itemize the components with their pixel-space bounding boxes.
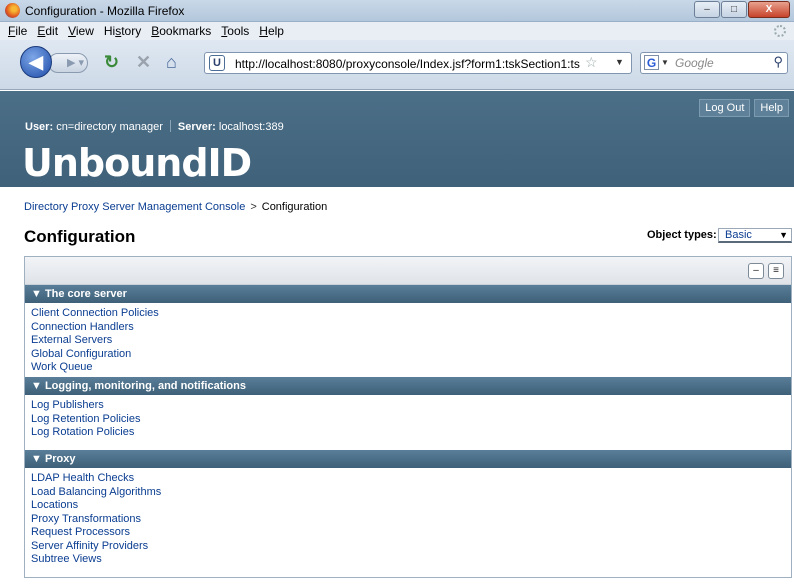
link-log-publishers[interactable]: Log Publishers xyxy=(31,399,791,413)
maximize-button[interactable]: □ xyxy=(721,1,747,18)
collapse-all-button[interactable]: – xyxy=(748,263,764,279)
menu-file[interactable]: File xyxy=(3,22,32,40)
window-title: Configuration - Mozilla Firefox xyxy=(25,4,185,18)
close-button[interactable]: X xyxy=(748,1,790,18)
section-header-proxy[interactable]: ▼ Proxy xyxy=(25,450,791,468)
link-ldap-health-checks[interactable]: LDAP Health Checks xyxy=(31,472,791,486)
navigation-toolbar: ▶ ▾ ◀ ↻ ✕ ⌂ U http://localhost:8080/prox… xyxy=(0,40,794,90)
page-title: Configuration xyxy=(24,227,136,246)
section-body-proxy: LDAP Health Checks Load Balancing Algori… xyxy=(25,468,791,576)
app-header: Log Out Help User: cn=directory manager S… xyxy=(0,91,794,187)
menu-bookmarks[interactable]: Bookmarks xyxy=(146,22,216,40)
section-header-logging[interactable]: ▼ Logging, monitoring, and notifications xyxy=(25,377,791,395)
link-locations[interactable]: Locations xyxy=(31,499,791,513)
site-favicon-icon: U xyxy=(209,55,225,71)
server-label: Server: xyxy=(177,121,216,133)
stop-icon[interactable]: ✕ xyxy=(136,52,151,73)
user-label: User: xyxy=(25,121,54,133)
link-client-connection-policies[interactable]: Client Connection Policies xyxy=(31,307,791,321)
link-log-retention-policies[interactable]: Log Retention Policies xyxy=(31,413,791,427)
server-value: localhost:389 xyxy=(218,121,284,133)
window-titlebar: Configuration - Mozilla Firefox – □ X xyxy=(0,0,794,22)
link-global-configuration[interactable]: Global Configuration xyxy=(31,348,791,362)
reload-icon[interactable]: ↻ xyxy=(104,52,119,73)
url-text[interactable]: http://localhost:8080/proxyconsole/Index… xyxy=(235,57,580,71)
expand-all-button[interactable]: ≡ xyxy=(768,263,784,279)
url-dropdown-icon[interactable]: ▼ xyxy=(615,57,624,67)
firefox-icon xyxy=(5,3,20,18)
link-load-balancing-algorithms[interactable]: Load Balancing Algorithms xyxy=(31,486,791,500)
user-value: cn=directory manager xyxy=(56,121,163,133)
back-arrow-icon: ◀ xyxy=(29,51,43,72)
engine-dropdown-icon[interactable]: ▼ xyxy=(661,58,669,67)
panel-toolbar: – ≡ xyxy=(25,257,791,285)
search-input[interactable]: Google xyxy=(675,56,714,70)
search-bar[interactable]: G ▼ Google ⚲ xyxy=(640,52,788,74)
search-magnifier-icon[interactable]: ⚲ xyxy=(773,54,783,70)
menu-bar: File Edit View History Bookmarks Tools H… xyxy=(0,22,794,40)
logout-button[interactable]: Log Out xyxy=(699,99,751,117)
chevron-down-icon: ▼ xyxy=(779,230,788,240)
back-button[interactable]: ◀ xyxy=(20,46,52,78)
menu-history[interactable]: History xyxy=(99,22,146,40)
help-button[interactable]: Help xyxy=(754,99,789,117)
menu-tools[interactable]: Tools xyxy=(216,22,254,40)
menu-view[interactable]: View xyxy=(63,22,99,40)
breadcrumb-console-link[interactable]: Directory Proxy Server Management Consol… xyxy=(24,201,245,213)
breadcrumb: Directory Proxy Server Management Consol… xyxy=(24,201,328,213)
user-server-info: User: cn=directory manager Server: localh… xyxy=(25,120,284,133)
forward-button[interactable]: ▶ ▾ xyxy=(48,53,88,73)
link-external-servers[interactable]: External Servers xyxy=(31,334,791,348)
link-connection-handlers[interactable]: Connection Handlers xyxy=(31,321,791,335)
object-types-label: Object types: xyxy=(647,229,717,241)
link-log-rotation-policies[interactable]: Log Rotation Policies xyxy=(31,426,791,440)
configuration-panel: – ≡ ▼ The core server Client Connection … xyxy=(24,256,792,578)
breadcrumb-current: Configuration xyxy=(261,201,328,213)
menu-edit[interactable]: Edit xyxy=(32,22,63,40)
link-subtree-views[interactable]: Subtree Views xyxy=(31,553,791,567)
link-work-queue[interactable]: Work Queue xyxy=(31,361,791,375)
home-icon[interactable]: ⌂ xyxy=(166,52,177,73)
link-request-processors[interactable]: Request Processors xyxy=(31,526,791,540)
window-controls: – □ X xyxy=(694,1,790,18)
section-body-logging: Log Publishers Log Retention Policies Lo… xyxy=(25,395,791,450)
section-header-core-server[interactable]: ▼ The core server xyxy=(25,285,791,303)
object-types-select[interactable]: Basic ▼ xyxy=(718,228,792,243)
google-engine-icon[interactable]: G xyxy=(644,55,659,70)
loading-throbber-icon xyxy=(774,25,786,37)
forward-arrow-icon: ▶ ▾ xyxy=(67,57,85,69)
section-body-core-server: Client Connection Policies Connection Ha… xyxy=(25,303,791,377)
menu-help[interactable]: Help xyxy=(254,22,289,40)
link-server-affinity-providers[interactable]: Server Affinity Providers xyxy=(31,540,791,554)
link-proxy-transformations[interactable]: Proxy Transformations xyxy=(31,513,791,527)
unboundid-logo: UnboundID xyxy=(22,141,252,185)
url-bar[interactable]: U http://localhost:8080/proxyconsole/Ind… xyxy=(204,52,632,74)
bookmark-star-icon[interactable]: ☆ xyxy=(585,54,598,71)
minimize-button[interactable]: – xyxy=(694,1,720,18)
